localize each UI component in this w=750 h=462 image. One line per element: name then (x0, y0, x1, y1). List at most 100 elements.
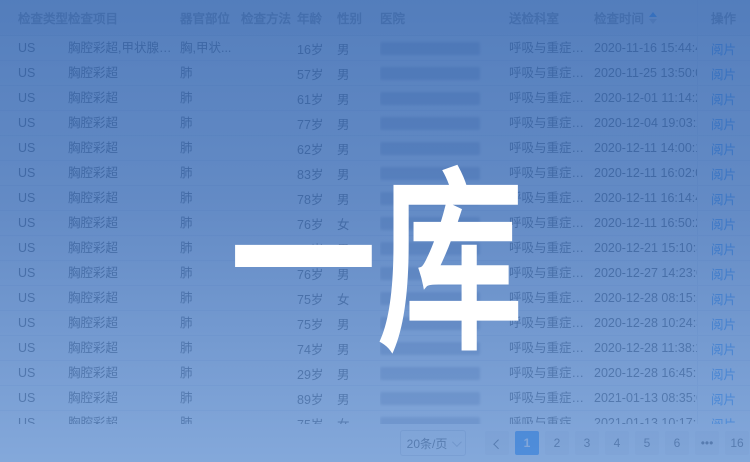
read-film-link[interactable]: 阅片 (711, 314, 736, 333)
cell-hospital (380, 186, 509, 210)
cell-organ: 肺 (180, 186, 241, 210)
read-film-link[interactable]: 阅片 (711, 239, 736, 258)
cell-value-organ: 肺 (180, 361, 193, 385)
cell-value-gender: 男 (337, 239, 350, 258)
cell-organ: 肺 (180, 336, 241, 360)
cell-value-dept: 呼吸与重症医... (509, 211, 588, 235)
column-header-time[interactable]: 检查时间 (594, 0, 697, 35)
cell-value-dept: 呼吸与重症医... (509, 186, 588, 210)
cell-gender: 男 (337, 61, 380, 85)
cell-value-gender: 男 (337, 39, 350, 58)
cell-age: 77岁 (297, 111, 337, 135)
page-button-16[interactable]: 16 (725, 431, 749, 455)
cell-type: US (18, 386, 68, 410)
cell-dept: 呼吸与重症医... (509, 36, 594, 60)
cell-time: 2020-12-01 11:14:21 (594, 86, 697, 110)
cell-time: 2020-12-21 15:10:33 (594, 236, 697, 260)
cell-value-dept: 呼吸与重症医... (509, 386, 588, 410)
cell-age: 61岁 (297, 86, 337, 110)
redacted-hospital-value (380, 267, 480, 280)
sort-caret-icon[interactable] (649, 12, 657, 24)
cell-action: 阅片 (697, 36, 750, 60)
cell-hospital (380, 161, 509, 185)
table-body: US胸腔彩超,甲状腺彩超胸,甲状...16岁男呼吸与重症医...2020-11-… (0, 36, 750, 424)
column-header-label: 医院 (380, 8, 405, 27)
cell-dept: 呼吸与重症医... (509, 236, 594, 260)
cell-type: US (18, 136, 68, 160)
cell-organ: 肺 (180, 211, 241, 235)
read-film-link[interactable]: 阅片 (711, 389, 736, 408)
cell-value-age: 78岁 (297, 189, 323, 208)
read-film-link[interactable]: 阅片 (711, 339, 736, 358)
cell-age: 78岁 (297, 186, 337, 210)
cell-item: 胸腔彩超,甲状腺彩超 (68, 36, 180, 60)
cell-organ: 肺 (180, 236, 241, 260)
cell-value-time: 2020-12-01 11:14:21 (594, 91, 697, 105)
cell-dept: 呼吸与重症医... (509, 386, 594, 410)
cell-value-time: 2020-12-27 14:23:04 (594, 266, 697, 280)
table-row: US胸腔彩超肺61岁男呼吸与重症医...2020-12-01 11:14:21阅… (0, 86, 750, 111)
cell-value-organ: 肺 (180, 186, 193, 210)
cell-hospital (380, 286, 509, 310)
page-button-2[interactable]: 2 (545, 431, 569, 455)
page-button-6[interactable]: 6 (665, 431, 689, 455)
cell-value-item: 胸腔彩超,甲状腺彩超 (68, 36, 174, 60)
cell-type: US (18, 36, 68, 60)
cell-method (241, 261, 297, 285)
cell-type: US (18, 86, 68, 110)
prev-page-button[interactable] (485, 431, 509, 455)
cell-type: US (18, 361, 68, 385)
cell-value-organ: 肺 (180, 111, 193, 135)
cell-dept: 呼吸与重症医... (509, 111, 594, 135)
cell-value-time: 2020-12-11 16:50:25 (594, 216, 697, 230)
redacted-hospital-value (380, 392, 480, 405)
more-pages-button[interactable]: ••• (695, 431, 719, 455)
page-button-5[interactable]: 5 (635, 431, 659, 455)
cell-gender: 男 (337, 186, 380, 210)
cell-method (241, 161, 297, 185)
read-film-link[interactable]: 阅片 (711, 114, 736, 133)
cell-age: 75岁 (297, 286, 337, 310)
cell-value-item: 胸腔彩超 (68, 261, 118, 285)
cell-value-time: 2020-12-21 15:10:33 (594, 241, 697, 255)
page-button-4[interactable]: 4 (605, 431, 629, 455)
page-button-3[interactable]: 3 (575, 431, 599, 455)
cell-value-gender: 男 (337, 114, 350, 133)
cell-value-organ: 肺 (180, 211, 193, 235)
column-header-label: 检查时间 (594, 8, 644, 27)
cell-gender: 男 (337, 111, 380, 135)
cell-organ: 胸,甲状... (180, 36, 241, 60)
read-film-link[interactable]: 阅片 (711, 89, 736, 108)
cell-value-gender: 男 (337, 314, 350, 333)
read-film-link[interactable]: 阅片 (711, 289, 736, 308)
read-film-link[interactable]: 阅片 (711, 164, 736, 183)
cell-value-dept: 呼吸与重症医... (509, 86, 588, 110)
read-film-link[interactable]: 阅片 (711, 139, 736, 158)
cell-method (241, 236, 297, 260)
cell-time: 2020-12-28 16:45:18 (594, 361, 697, 385)
cell-age: 83岁 (297, 161, 337, 185)
page-size-select[interactable]: 20条/页 (400, 430, 466, 456)
cell-hospital (380, 261, 509, 285)
redacted-hospital-value (380, 142, 480, 155)
read-film-link[interactable]: 阅片 (711, 39, 736, 58)
cell-organ: 肺 (180, 136, 241, 160)
read-film-link[interactable]: 阅片 (711, 189, 736, 208)
page-button-1[interactable]: 1 (515, 431, 539, 455)
redacted-hospital-value (380, 117, 480, 130)
cell-value-dept: 呼吸与重症医... (509, 236, 588, 260)
read-film-link[interactable]: 阅片 (711, 64, 736, 83)
cell-value-time: 2020-12-28 08:15:51 (594, 291, 697, 305)
cell-organ: 肺 (180, 386, 241, 410)
column-header-label: 年龄 (297, 8, 322, 27)
cell-value-gender: 女 (337, 289, 350, 308)
cell-value-age: 61岁 (297, 89, 323, 108)
read-film-link[interactable]: 阅片 (711, 264, 736, 283)
read-film-link[interactable]: 阅片 (711, 214, 736, 233)
read-film-link[interactable]: 阅片 (711, 364, 736, 383)
cell-gender: 男 (337, 361, 380, 385)
cell-gender: 男 (337, 261, 380, 285)
cell-value-type: US (18, 266, 35, 280)
cell-organ: 肺 (180, 261, 241, 285)
table-row: US胸腔彩超肺76岁女呼吸与重症医...2020-12-11 16:50:25阅… (0, 211, 750, 236)
